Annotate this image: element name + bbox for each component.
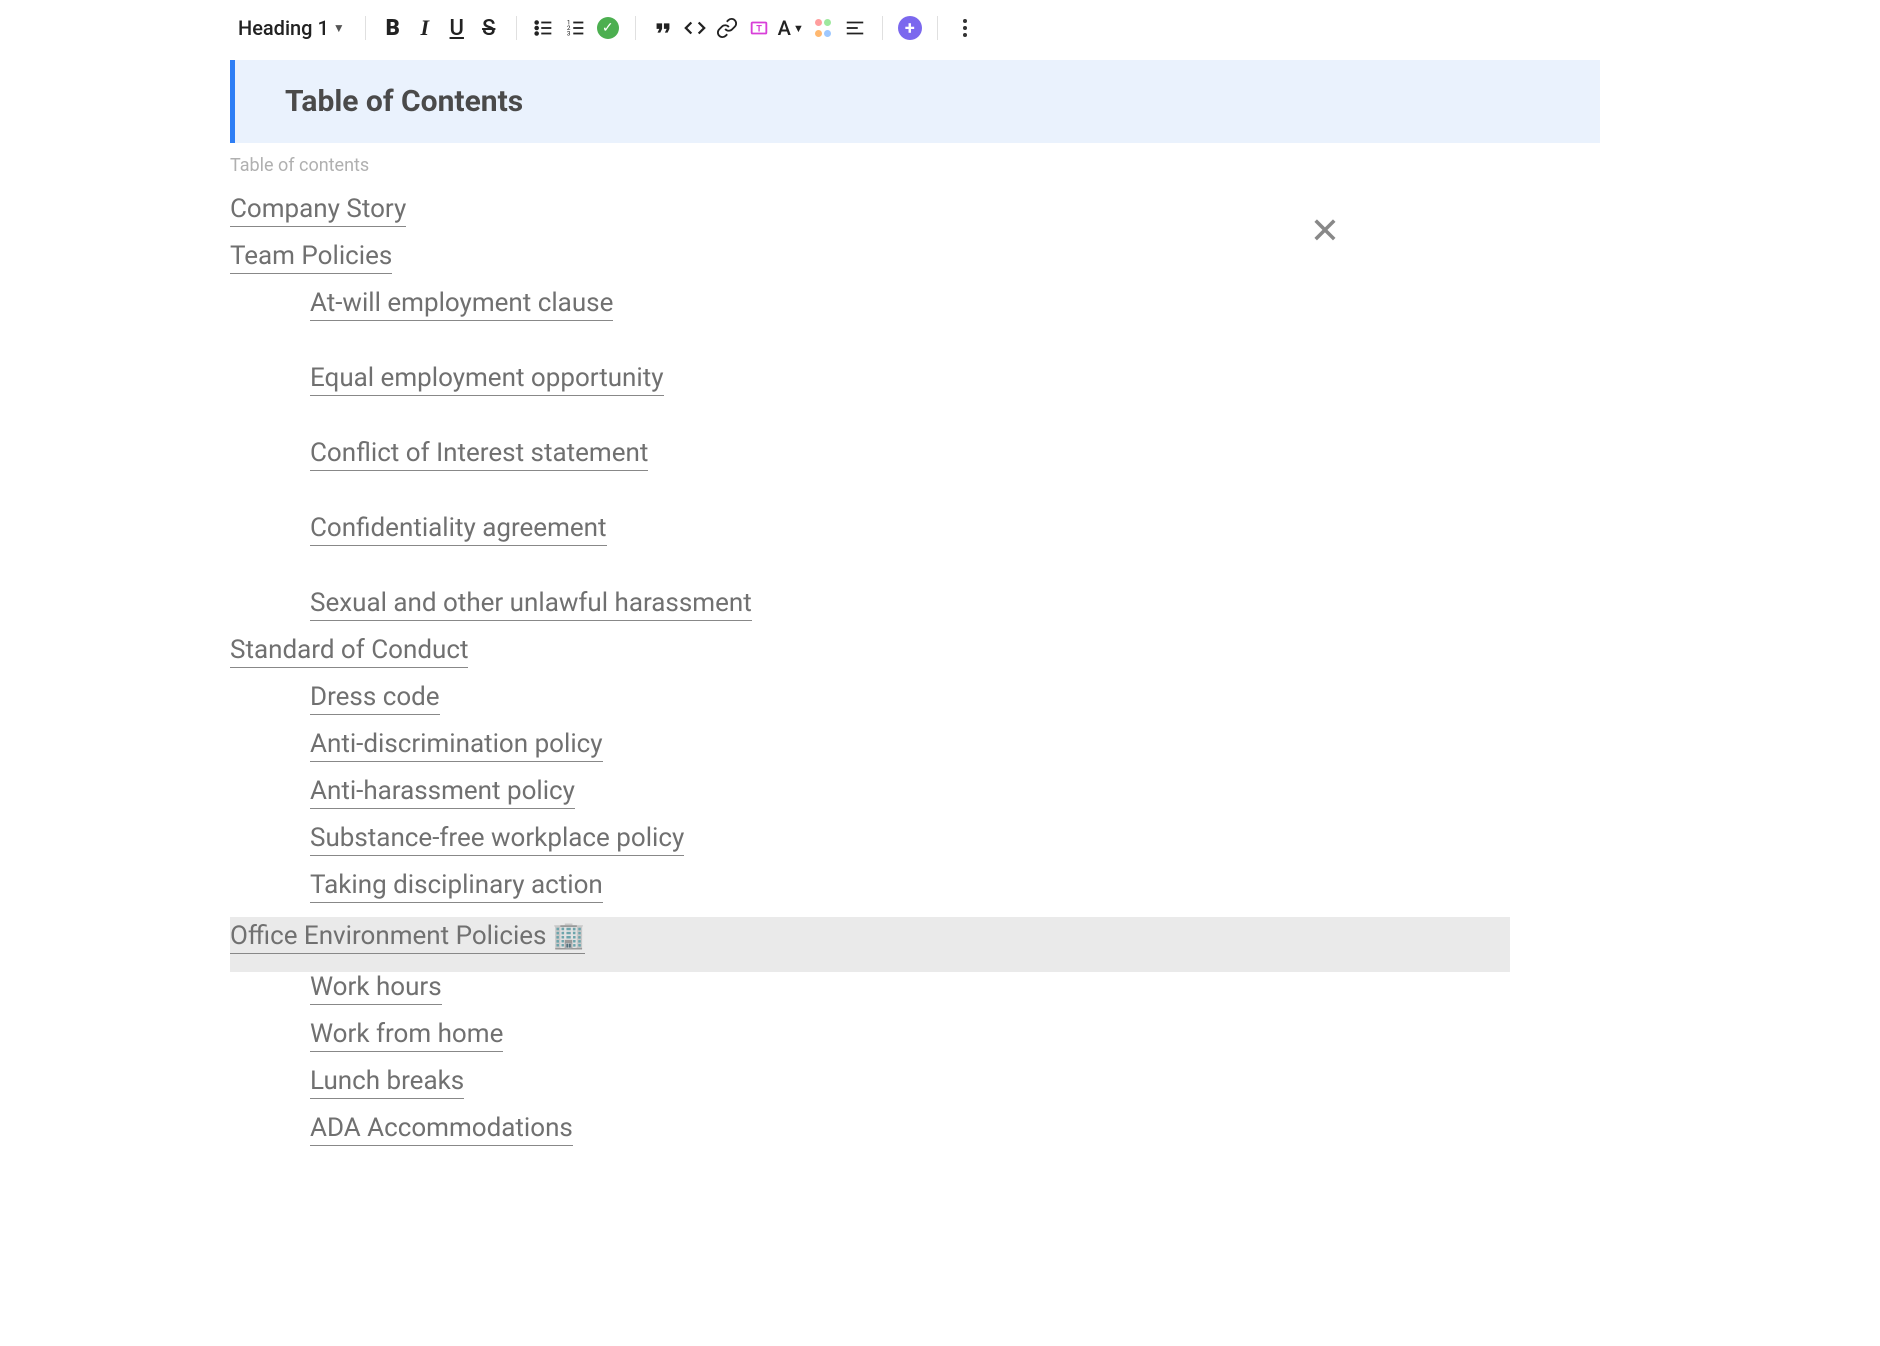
chevron-down-icon: ▼: [333, 21, 345, 35]
heading-dropdown-label: Heading 1: [238, 16, 329, 40]
toc-link[interactable]: ADA Accommodations: [310, 1113, 573, 1146]
toc-row: Standard of Conduct: [230, 635, 1600, 682]
banner-button[interactable]: T: [744, 13, 774, 43]
toc-row: Substance-free workplace policy: [230, 823, 1600, 870]
close-button[interactable]: ✕: [1310, 210, 1340, 252]
text-color-button[interactable]: A ▼: [776, 13, 806, 43]
toolbar-divider: [365, 16, 366, 40]
highlight-color-button[interactable]: [808, 13, 838, 43]
toc-link[interactable]: Conflict of Interest statement: [310, 438, 648, 471]
toc-link[interactable]: At-will employment clause: [310, 288, 613, 321]
toolbar-divider: [635, 16, 636, 40]
toc-row: Sexual and other unlawful harassment: [230, 588, 1600, 635]
toc-link[interactable]: Sexual and other unlawful harassment: [310, 588, 752, 621]
toc-link[interactable]: Confidentiality agreement: [310, 513, 607, 546]
toc-subtitle: Table of contents: [230, 155, 1600, 176]
toc-row: Conflict of Interest statement: [230, 438, 1600, 485]
text-color-label: A: [778, 16, 791, 40]
toc-row: Work hours: [230, 972, 1600, 1019]
toc-row: Equal employment opportunity: [230, 363, 1600, 410]
color-dots-icon: [812, 17, 834, 39]
svg-text:T: T: [756, 25, 762, 35]
toc-row: Company Story: [230, 194, 1600, 241]
bold-button[interactable]: B: [378, 13, 408, 43]
numbered-list-button[interactable]: 1 2 3: [561, 13, 591, 43]
chevron-down-icon: ▼: [793, 22, 804, 35]
link-button[interactable]: [712, 13, 742, 43]
toc-banner-title: Table of Contents: [285, 84, 1600, 119]
toc-link[interactable]: Work from home: [310, 1019, 503, 1052]
svg-text:3: 3: [567, 29, 571, 37]
toc-row: Office Environment Policies 🏢: [230, 917, 1510, 972]
toolbar-divider: [937, 16, 938, 40]
toc-link[interactable]: Dress code: [310, 682, 440, 715]
add-button[interactable]: +: [895, 13, 925, 43]
toc-link[interactable]: Substance-free workplace policy: [310, 823, 684, 856]
bullet-list-button[interactable]: [529, 13, 559, 43]
underline-button[interactable]: U: [442, 13, 472, 43]
toc-row: Anti-harassment policy: [230, 776, 1600, 823]
toc-link[interactable]: Standard of Conduct: [230, 635, 468, 668]
toc-list: Company Story Team Policies At-will employ…: [230, 194, 1600, 1160]
toc-link[interactable]: Anti-harassment policy: [310, 776, 575, 809]
quote-button[interactable]: [648, 13, 678, 43]
close-icon: ✕: [1310, 210, 1340, 252]
toc-row: Team Policies: [230, 241, 1600, 288]
plus-circle-icon: +: [898, 16, 922, 40]
document-content: Table of Contents Table of contents ✕ Co…: [230, 60, 1600, 1160]
toc-row: Confidentiality agreement: [230, 513, 1600, 560]
toc-row: ADA Accommodations: [230, 1113, 1600, 1160]
more-vertical-icon: [963, 19, 967, 37]
italic-button[interactable]: I: [410, 13, 440, 43]
toc-link[interactable]: Lunch breaks: [310, 1066, 464, 1099]
toc-link[interactable]: Anti-discrimination policy: [310, 729, 603, 762]
toc-row: At-will employment clause: [230, 288, 1600, 335]
toc-row: Lunch breaks: [230, 1066, 1600, 1113]
toc-link[interactable]: Team Policies: [230, 241, 392, 274]
toc-row: Work from home: [230, 1019, 1600, 1066]
toolbar-divider: [882, 16, 883, 40]
toc-row: Anti-discrimination policy: [230, 729, 1600, 776]
toc-link[interactable]: Company Story: [230, 194, 406, 227]
toc-link[interactable]: Equal employment opportunity: [310, 363, 664, 396]
toc-row: Taking disciplinary action: [230, 870, 1600, 917]
align-button[interactable]: [840, 13, 870, 43]
toc-banner[interactable]: Table of Contents: [230, 60, 1600, 143]
toc-row: Dress code: [230, 682, 1600, 729]
toolbar-divider: [516, 16, 517, 40]
toc-link[interactable]: Work hours: [310, 972, 442, 1005]
more-options-button[interactable]: [950, 13, 980, 43]
code-button[interactable]: [680, 13, 710, 43]
formatting-toolbar: Heading 1 ▼ B I U S: [230, 8, 1880, 48]
checklist-button[interactable]: ✓: [593, 13, 623, 43]
heading-dropdown[interactable]: Heading 1 ▼: [230, 12, 353, 44]
toc-link[interactable]: Taking disciplinary action: [310, 870, 603, 903]
strikethrough-button[interactable]: S: [474, 13, 504, 43]
check-circle-icon: ✓: [597, 17, 619, 39]
toc-link[interactable]: Office Environment Policies 🏢: [230, 921, 585, 954]
